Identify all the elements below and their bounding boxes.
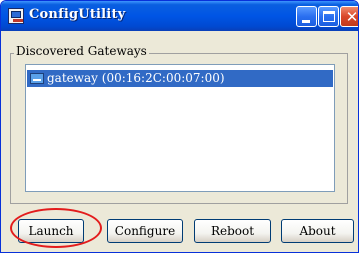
configure-button[interactable]: Configure: [107, 219, 183, 243]
gateway-icon: [30, 73, 44, 84]
reboot-button[interactable]: Reboot: [194, 219, 271, 243]
launch-highlight-circle: [10, 208, 102, 248]
close-icon: ✕: [345, 8, 359, 26]
maximize-button[interactable]: [318, 6, 339, 27]
about-button[interactable]: About: [281, 219, 354, 243]
window-title: ConfigUtility: [29, 7, 126, 22]
close-button[interactable]: ✕: [340, 6, 359, 27]
minimize-button[interactable]: [296, 6, 317, 27]
list-item-label: gateway (00:16:2C:00:07:00): [47, 71, 225, 85]
list-item[interactable]: gateway (00:16:2C:00:07:00): [27, 70, 333, 87]
app-icon: [8, 8, 24, 24]
minimize-icon: [302, 20, 310, 23]
maximize-icon: [323, 11, 335, 22]
title-bar[interactable]: ConfigUtility ✕: [1, 1, 359, 31]
config-utility-window: ConfigUtility ✕ Discovered Gateways gate…: [0, 0, 359, 253]
gateway-list[interactable]: gateway (00:16:2C:00:07:00): [25, 64, 335, 192]
group-label: Discovered Gateways: [14, 44, 149, 58]
